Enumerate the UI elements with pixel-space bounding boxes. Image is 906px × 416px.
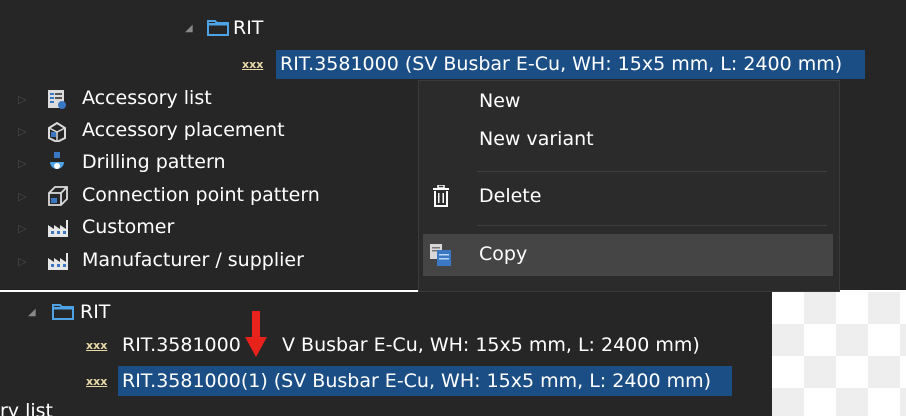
category-accessory-placement[interactable]: ▷ Accessory placement — [18, 116, 398, 146]
collapsed-arrow-icon[interactable]: ▷ — [18, 93, 26, 106]
factory-icon — [46, 251, 70, 271]
category-label: Accessory list — [82, 87, 212, 109]
category-accessory-list-partial[interactable]: ry list — [0, 400, 120, 416]
category-accessory-list[interactable]: ▷ Accessory list — [18, 84, 398, 114]
tree-item-original[interactable]: xxx RIT.3581000 V Busbar E-Cu, WH: 15x5 … — [82, 331, 722, 359]
menu-item-label: Copy — [479, 243, 528, 265]
folder-icon — [207, 18, 229, 36]
tree-item-label-end: V Busbar E-Cu, WH: 15x5 mm, L: 2400 mm) — [282, 334, 700, 356]
drilling-pattern-icon — [46, 152, 68, 174]
tree-item-selected[interactable]: xxx RIT.3581000 (SV Busbar E-Cu, WH: 15x… — [240, 50, 865, 79]
menu-item-new-variant[interactable]: New variant — [421, 121, 833, 155]
tree-item-label: RIT.3581000 (SV Busbar E-Cu, WH: 15x5 mm… — [280, 53, 843, 75]
category-label: Manufacturer / supplier — [82, 249, 304, 271]
category-connection-point-pattern[interactable]: ▷ Connection point pattern — [18, 181, 398, 211]
menu-separator — [477, 171, 827, 172]
category-label: ry list — [0, 400, 54, 416]
menu-item-label: Delete — [479, 185, 542, 207]
category-label: Drilling pattern — [82, 151, 226, 173]
trash-icon — [431, 185, 451, 207]
tree-item-copy-selected[interactable]: xxx RIT.3581000(1) (SV Busbar E-Cu, WH: … — [82, 366, 732, 396]
busbar-item-icon: xxx — [86, 339, 108, 352]
menu-item-label: New variant — [479, 128, 594, 150]
tree-node-rit-folder[interactable]: ◢ RIT — [28, 298, 148, 326]
context-menu: New New variant Delete Copy — [418, 80, 840, 292]
category-label: Customer — [82, 216, 175, 238]
connection-point-pattern-icon — [46, 184, 70, 208]
tree-item-label-start: RIT.3581000 — [122, 334, 241, 356]
menu-separator — [477, 225, 827, 226]
category-customer[interactable]: ▷ Customer — [18, 213, 398, 243]
menu-item-delete[interactable]: Delete — [421, 179, 833, 213]
tree-item-label: RIT.3581000(1) (SV Busbar E-Cu, WH: 15x5… — [122, 370, 712, 392]
busbar-item-icon: xxx — [242, 58, 264, 71]
red-arrow-annotation-icon — [244, 311, 268, 359]
busbar-item-icon: xxx — [86, 375, 108, 388]
menu-item-label: New — [479, 90, 521, 112]
menu-item-new[interactable]: New — [421, 85, 833, 119]
collapsed-arrow-icon[interactable]: ▷ — [18, 125, 26, 138]
transparency-checkerboard — [772, 292, 906, 416]
factory-icon — [46, 218, 70, 238]
expanded-arrow-icon[interactable]: ◢ — [28, 307, 36, 318]
copy-icon — [429, 243, 453, 267]
folder-icon — [52, 302, 74, 320]
menu-item-copy[interactable]: Copy — [423, 234, 833, 276]
category-manufacturer-supplier[interactable]: ▷ Manufacturer / supplier — [18, 246, 398, 276]
expanded-arrow-icon[interactable]: ◢ — [185, 23, 193, 34]
folder-label: RIT — [233, 17, 264, 39]
category-label: Accessory placement — [82, 119, 285, 141]
collapsed-arrow-icon[interactable]: ▷ — [18, 255, 26, 268]
collapsed-arrow-icon[interactable]: ▷ — [18, 222, 26, 235]
tree-node-rit-folder[interactable]: ◢ RIT — [185, 14, 305, 42]
accessory-list-icon — [46, 88, 68, 110]
collapsed-arrow-icon[interactable]: ▷ — [18, 157, 26, 170]
accessory-placement-icon — [46, 120, 68, 142]
folder-label: RIT — [80, 301, 111, 323]
category-label: Connection point pattern — [82, 184, 320, 206]
collapsed-arrow-icon[interactable]: ▷ — [18, 190, 26, 203]
category-drilling-pattern[interactable]: ▷ Drilling pattern — [18, 148, 398, 178]
